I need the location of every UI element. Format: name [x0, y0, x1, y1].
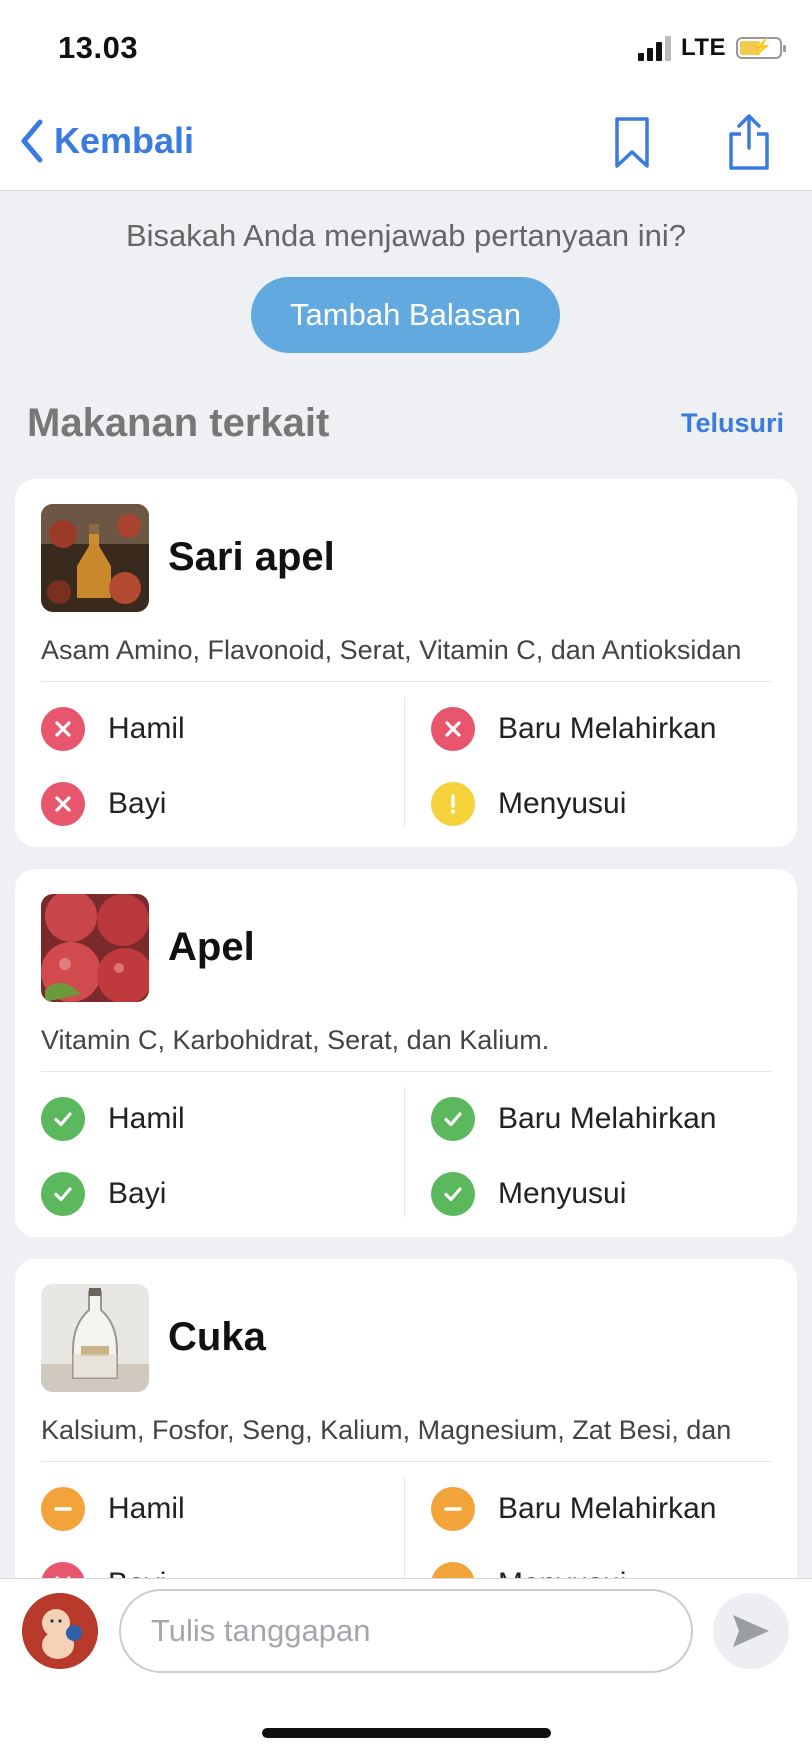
- chevron-left-icon: [21, 119, 43, 163]
- stat-pregnant[interactable]: Hamil: [41, 1097, 185, 1141]
- stat-pregnant[interactable]: Hamil: [41, 707, 185, 751]
- food-name: Sari apel: [168, 535, 335, 579]
- divider: [404, 697, 405, 827]
- minus-icon: [431, 1487, 475, 1531]
- food-card[interactable]: Cuka Kalsium, Fosfor, Seng, Kalium, Magn…: [15, 1259, 797, 1627]
- stat-label: Baru Melahirkan: [498, 1102, 717, 1135]
- divider: [41, 681, 771, 682]
- stat-breastfeeding[interactable]: Menyusui: [431, 782, 626, 826]
- stat-label: Baru Melahirkan: [498, 1492, 717, 1525]
- status-indicators: LTE ⚡: [637, 34, 786, 62]
- food-thumbnail: [41, 894, 149, 1002]
- signal-icon: [637, 35, 671, 61]
- check-icon: [41, 1172, 85, 1216]
- send-button[interactable]: [713, 1593, 789, 1669]
- stat-label: Hamil: [108, 712, 185, 745]
- food-name: Apel: [168, 925, 255, 969]
- battery-icon: ⚡: [736, 37, 786, 59]
- section-title: Makanan terkait: [27, 401, 330, 445]
- stat-label: Menyusui: [498, 1177, 627, 1210]
- x-icon: [431, 707, 475, 751]
- back-button[interactable]: Kembali: [18, 118, 194, 164]
- back-label: Kembali: [54, 120, 195, 161]
- stat-baby[interactable]: Bayi: [41, 782, 166, 826]
- stat-pregnant[interactable]: Hamil: [41, 1487, 185, 1531]
- stat-label: Hamil: [108, 1492, 185, 1525]
- exclamation-icon: [431, 782, 475, 826]
- food-name: Cuka: [168, 1315, 266, 1359]
- status-time: 13.03: [58, 30, 139, 65]
- nav-bar: Kembali: [0, 100, 812, 191]
- food-card[interactable]: Sari apel Asam Amino, Flavonoid, Serat, …: [15, 479, 797, 847]
- stat-postpartum[interactable]: Baru Melahirkan: [431, 707, 716, 751]
- stat-label: Menyusui: [498, 787, 627, 820]
- explore-link[interactable]: Telusuri: [681, 408, 784, 439]
- reply-composer: [0, 1578, 812, 1683]
- divider: [404, 1087, 405, 1217]
- send-icon: [733, 1615, 769, 1647]
- stat-label: Baru Melahirkan: [498, 712, 717, 745]
- food-nutrients: Kalsium, Fosfor, Seng, Kalium, Magnesium…: [41, 1415, 732, 1445]
- stat-label: Bayi: [108, 1177, 167, 1210]
- food-thumbnail: [41, 1284, 149, 1392]
- food-nutrients: Vitamin C, Karbohidrat, Serat, dan Kaliu…: [41, 1025, 550, 1055]
- stat-baby[interactable]: Bayi: [41, 1172, 166, 1216]
- home-area: [0, 1682, 812, 1758]
- divider: [41, 1071, 771, 1072]
- x-icon: [41, 782, 85, 826]
- reply-input[interactable]: [119, 1589, 693, 1673]
- stat-postpartum[interactable]: Baru Melahirkan: [431, 1487, 716, 1531]
- x-icon: [41, 707, 85, 751]
- stat-breastfeeding[interactable]: Menyusui: [431, 1172, 626, 1216]
- stat-label: Bayi: [108, 787, 167, 820]
- network-label: LTE: [680, 34, 726, 61]
- share-icon[interactable]: [726, 112, 772, 172]
- home-indicator[interactable]: [262, 1728, 551, 1738]
- status-bar: 13.03 LTE ⚡: [0, 0, 812, 100]
- add-reply-button[interactable]: Tambah Balasan: [251, 277, 560, 353]
- stat-postpartum[interactable]: Baru Melahirkan: [431, 1097, 716, 1141]
- check-icon: [431, 1097, 475, 1141]
- minus-icon: [41, 1487, 85, 1531]
- avatar[interactable]: [22, 1593, 98, 1669]
- answer-prompt: Bisakah Anda menjawab pertanyaan ini?: [125, 218, 687, 253]
- check-icon: [431, 1172, 475, 1216]
- food-nutrients: Asam Amino, Flavonoid, Serat, Vitamin C,…: [41, 635, 742, 665]
- food-card[interactable]: Apel Vitamin C, Karbohidrat, Serat, dan …: [15, 869, 797, 1237]
- food-thumbnail: [41, 504, 149, 612]
- check-icon: [41, 1097, 85, 1141]
- stat-label: Hamil: [108, 1102, 185, 1135]
- divider: [41, 1461, 771, 1462]
- bookmark-icon[interactable]: [612, 116, 652, 170]
